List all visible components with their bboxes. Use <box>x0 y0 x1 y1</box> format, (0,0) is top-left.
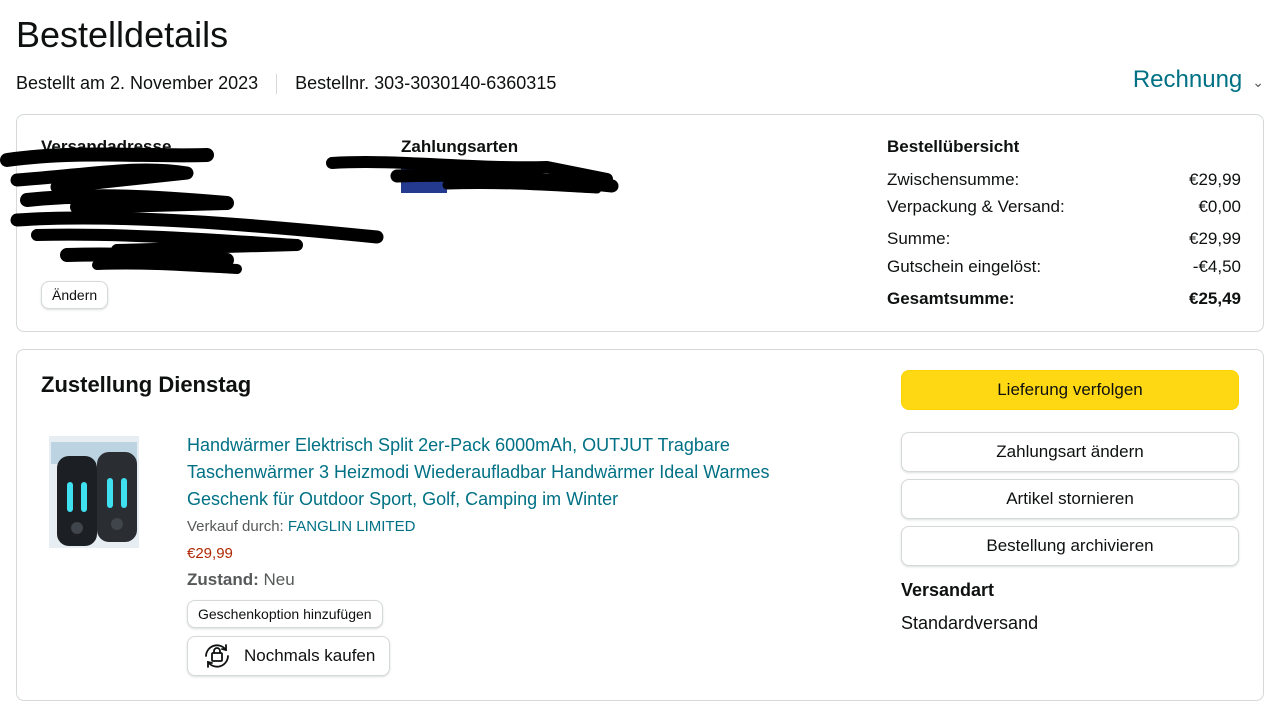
order-date: Bestellt am 2. November 2023 <box>16 73 259 93</box>
summary-row-label: Zwischensumme: <box>887 170 1020 189</box>
total-value: €25,49 <box>1189 289 1241 308</box>
order-meta: Bestellt am 2. November 2023 Bestellnr. … <box>16 73 556 94</box>
archive-order-button[interactable]: Bestellung archivieren <box>901 526 1239 566</box>
chevron-down-icon: ⌄ <box>1252 73 1264 90</box>
order-summary-card: Versandadresse Ändern Zahlungsarten Best… <box>0 114 1264 332</box>
order-overview-title: Bestellübersicht <box>887 137 1020 156</box>
sold-by: Verkauf durch: FANGLIN LIMITED <box>187 518 415 535</box>
product-price: €29,99 <box>187 545 233 562</box>
delivery-card: Zustellung Dienstag Handwärmer Elektrisc… <box>16 349 1264 701</box>
seller-link[interactable]: FANGLIN LIMITED <box>288 518 416 535</box>
shipping-method-label: Versandart <box>901 580 995 600</box>
buy-again-button[interactable]: Nochmals kaufen <box>187 636 391 676</box>
summary-row-value: €29,99 <box>1189 170 1241 189</box>
summary-row-sum: Summe: €29,99 <box>887 229 1241 249</box>
condition-value: Neu <box>263 570 295 589</box>
total-label: Gesamtsumme: <box>887 289 1015 308</box>
product-condition: Zustand: Neu <box>187 570 295 590</box>
page-title: Bestelldetails <box>16 14 229 55</box>
summary-row-label: Verpackung & Versand: <box>887 197 1065 216</box>
summary-row-coupon: Gutschein eingelöst: -€4,50 <box>887 257 1241 277</box>
sold-by-label: Verkauf durch: <box>187 518 284 535</box>
summary-row-value: €29,99 <box>1189 229 1241 248</box>
divider <box>276 73 278 94</box>
summary-row-total: Gesamtsumme: €25,49 <box>887 289 1241 309</box>
redacted-payment <box>326 156 619 194</box>
condition-label: Zustand: <box>187 570 259 589</box>
summary-row-shipping: Verpackung & Versand: €0,00 <box>887 197 1241 217</box>
invoice-label: Rechnung <box>1132 66 1243 93</box>
buy-again-label: Nochmals kaufen <box>244 646 376 665</box>
buy-again-icon <box>205 644 229 668</box>
add-gift-option-button[interactable]: Geschenkoption hinzufügen <box>187 600 383 628</box>
summary-row-label: Summe: <box>887 229 951 248</box>
summary-row-value: -€4,50 <box>1192 257 1241 276</box>
invoice-dropdown[interactable]: Rechnung ⌄ <box>1133 66 1264 94</box>
change-address-button[interactable]: Ändern <box>41 281 109 309</box>
summary-row-subtotal: Zwischensumme: €29,99 <box>887 170 1241 190</box>
summary-row-label: Gutschein eingelöst: <box>887 257 1042 276</box>
delivery-title: Zustellung Dienstag <box>41 372 252 397</box>
cancel-items-button[interactable]: Artikel stornieren <box>901 479 1239 519</box>
shipping-method-value: Standardversand <box>901 613 1039 633</box>
summary-row-value: €0,00 <box>1198 197 1241 216</box>
change-payment-button[interactable]: Zahlungsart ändern <box>901 432 1239 472</box>
track-package-button[interactable]: Lieferung verfolgen <box>901 370 1239 410</box>
product-image[interactable] <box>47 434 143 554</box>
order-number: Bestellnr. 303-3030140-6360315 <box>295 73 557 93</box>
product-title-link[interactable]: Handwärmer Elektrisch Split 2er-Pack 600… <box>187 432 837 513</box>
